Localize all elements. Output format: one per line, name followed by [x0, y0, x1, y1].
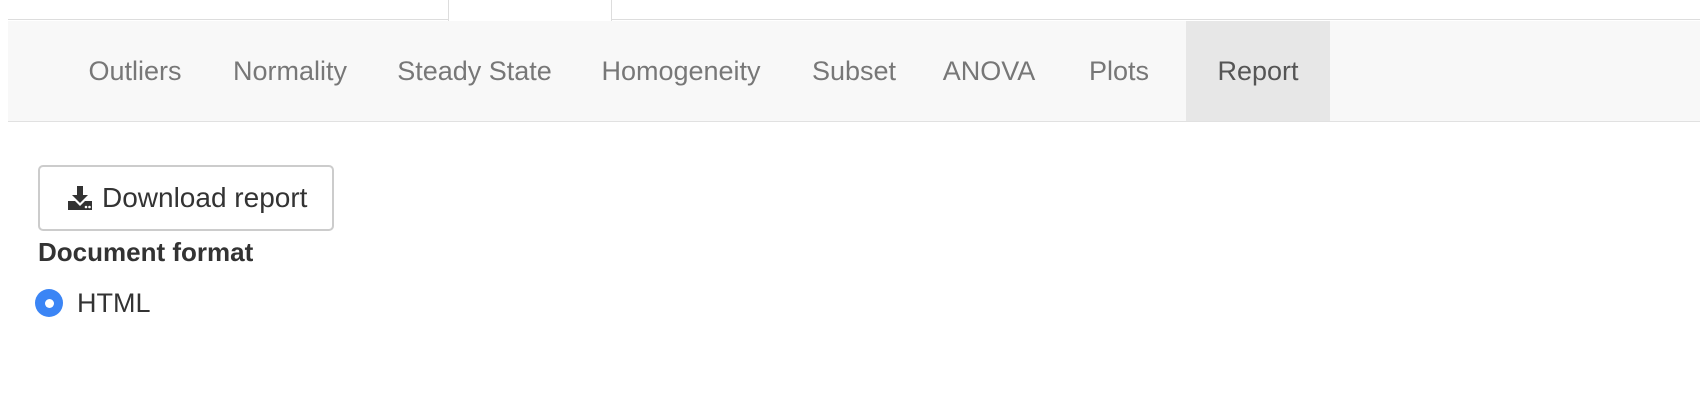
nav-tab-normality[interactable]: Normality: [222, 21, 358, 121]
nav-tab-subset[interactable]: Subset: [806, 21, 902, 121]
nav-tab-outliers[interactable]: Outliers: [80, 21, 190, 121]
tab-divider: [612, 19, 1700, 20]
nav-tab-steady-state[interactable]: Steady State: [391, 21, 558, 121]
format-option-label: HTML: [77, 287, 151, 318]
report-panel: Download report Document format HTML: [0, 122, 1700, 416]
radio-selected-indicator[interactable]: [35, 289, 63, 317]
download-report-button[interactable]: Download report: [38, 165, 334, 231]
tab-divider: [8, 19, 450, 20]
nav-tab-plots[interactable]: Plots: [1078, 21, 1160, 121]
nav-tab-report[interactable]: Report: [1186, 21, 1330, 121]
nav-tab-homogeneity[interactable]: Homogeneity: [591, 21, 771, 121]
download-icon: [68, 186, 92, 210]
radio-dot: [44, 298, 54, 308]
download-report-label: Download report: [102, 182, 308, 213]
nav-tab-anova[interactable]: ANOVA: [934, 21, 1044, 121]
analysis-navbar: Outliers Normality Steady State Homogene…: [8, 21, 1700, 122]
top-tab-strip: [0, 0, 1700, 21]
format-option-html[interactable]: HTML: [35, 287, 151, 319]
top-tab-active[interactable]: [448, 0, 612, 21]
document-format-label: Document format: [38, 237, 254, 267]
